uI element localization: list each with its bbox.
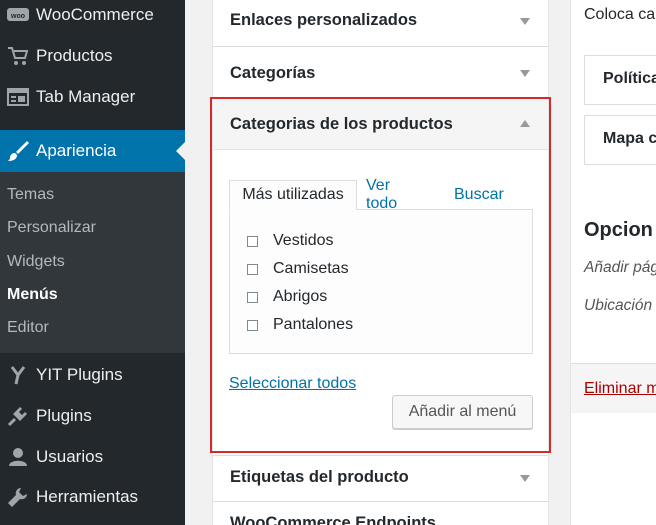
wrench-icon: [0, 486, 36, 508]
submenu-item-menus[interactable]: Menús: [7, 286, 58, 304]
checklist-item[interactable]: Camisetas: [247, 260, 349, 278]
tab-most-used[interactable]: Más utilizadas: [229, 180, 357, 210]
chevron-down-icon[interactable]: [520, 475, 530, 482]
svg-text:woo: woo: [10, 13, 25, 20]
sidebar-item-label: YIT Plugins: [36, 365, 123, 384]
accordion-title: Categorías: [230, 64, 316, 82]
sidebar-item-label: Herramientas: [36, 487, 139, 506]
accordion-woocommerce-endpoints[interactable]: WooCommerce Endpoints: [213, 502, 548, 525]
menu-item-box[interactable]: Mapa c: [584, 115, 656, 165]
admin-sidebar: woo WooCommerce Productos Tab Manager Ap…: [0, 0, 186, 525]
tab-manager-icon: [0, 88, 36, 106]
accordion-categories[interactable]: Categorías: [213, 47, 548, 98]
tab-search[interactable]: Buscar: [454, 180, 504, 210]
sidebar-item-label: WooCommerce: [36, 5, 154, 24]
active-indicator: [176, 141, 186, 161]
sidebar-item-woocommerce[interactable]: woo WooCommerce: [0, 0, 185, 35]
plugin-icon: [0, 405, 36, 427]
sidebar-item-label: Productos: [36, 46, 113, 65]
category-checklist: Vestidos Camisetas Abrigos Pantalones: [229, 209, 533, 354]
accordion-custom-links[interactable]: Enlaces personalizados: [213, 0, 548, 47]
menu-settings-heading: Opcion: [584, 219, 653, 241]
submenu-item-temas[interactable]: Temas: [7, 186, 54, 204]
menu-item-title: Política: [603, 70, 656, 87]
checkbox-label: Pantalones: [273, 316, 354, 333]
brush-icon: [0, 140, 36, 162]
checkbox-label: Camisetas: [273, 260, 349, 277]
select-all-link[interactable]: Seleccionar todos: [229, 375, 356, 393]
menu-item-title: Mapa c: [603, 130, 656, 147]
sidebar-item-apariencia[interactable]: Apariencia: [0, 130, 186, 172]
checkbox[interactable]: [247, 235, 258, 247]
cart-icon: [0, 46, 36, 66]
checkbox-label: Vestidos: [273, 232, 334, 249]
accordion-product-tags[interactable]: Etiquetas del producto: [213, 455, 548, 502]
add-to-menu-button[interactable]: Añadir al menú: [392, 395, 533, 429]
checklist-item[interactable]: Vestidos: [247, 232, 333, 250]
chevron-up-icon[interactable]: [520, 120, 530, 127]
menu-items-column: Enlaces personalizados Categorías Catego…: [212, 0, 549, 525]
accordion-title: Enlaces personalizados: [230, 11, 418, 29]
checkbox[interactable]: [247, 291, 258, 303]
sidebar-item-tab-manager[interactable]: Tab Manager: [0, 77, 185, 117]
accordion-title: WooCommerce Endpoints: [230, 514, 436, 525]
tab-view-all[interactable]: Ver todo: [366, 177, 397, 212]
sidebar-item-label: Tab Manager: [36, 87, 136, 106]
chevron-down-icon[interactable]: [520, 70, 530, 77]
sidebar-item-yit-plugins[interactable]: YIT Plugins: [0, 355, 185, 395]
checkbox[interactable]: [247, 319, 258, 331]
sidebar-item-plugins[interactable]: Plugins: [0, 396, 185, 436]
delete-menu-link[interactable]: Eliminar m: [584, 380, 656, 398]
sidebar-item-label: Plugins: [36, 406, 92, 425]
yit-icon: [0, 365, 36, 385]
sidebar-item-usuarios[interactable]: Usuarios: [0, 437, 185, 477]
checklist-item[interactable]: Abrigos: [247, 288, 327, 306]
checkbox[interactable]: [247, 263, 258, 275]
sidebar-item-productos[interactable]: Productos: [0, 36, 185, 76]
accordion-title: Categorias de los productos: [230, 115, 453, 133]
accordion-title: Etiquetas del producto: [230, 468, 409, 486]
menu-footer: Eliminar m: [571, 363, 656, 413]
sidebar-item-label: Usuarios: [36, 447, 104, 466]
sidebar-item-label: Apariencia: [36, 141, 117, 160]
submenu-item-editor[interactable]: Editor: [7, 319, 49, 337]
auto-add-pages-label: Añadir pág: [584, 259, 656, 276]
instructions-text: Coloca ca: [584, 6, 656, 23]
submenu-item-personalizar[interactable]: Personalizar: [7, 219, 96, 237]
display-location-label: Ubicación: [584, 297, 653, 314]
menu-item-box[interactable]: Política: [584, 55, 656, 105]
user-icon: [0, 447, 36, 467]
woocommerce-icon: woo: [0, 8, 36, 22]
accordion-product-categories-header[interactable]: Categorias de los productos: [213, 98, 548, 150]
sidebar-item-herramientas[interactable]: Herramientas: [0, 477, 185, 517]
appearance-submenu: Temas Personalizar Widgets Menús Editor: [0, 172, 185, 353]
menu-structure-column: Coloca ca Política Mapa c Opcion Añadir …: [570, 0, 656, 525]
checkbox-label: Abrigos: [273, 288, 328, 305]
submenu-item-widgets[interactable]: Widgets: [7, 253, 65, 271]
checklist-item[interactable]: Pantalones: [247, 316, 353, 334]
chevron-down-icon[interactable]: [520, 18, 530, 25]
